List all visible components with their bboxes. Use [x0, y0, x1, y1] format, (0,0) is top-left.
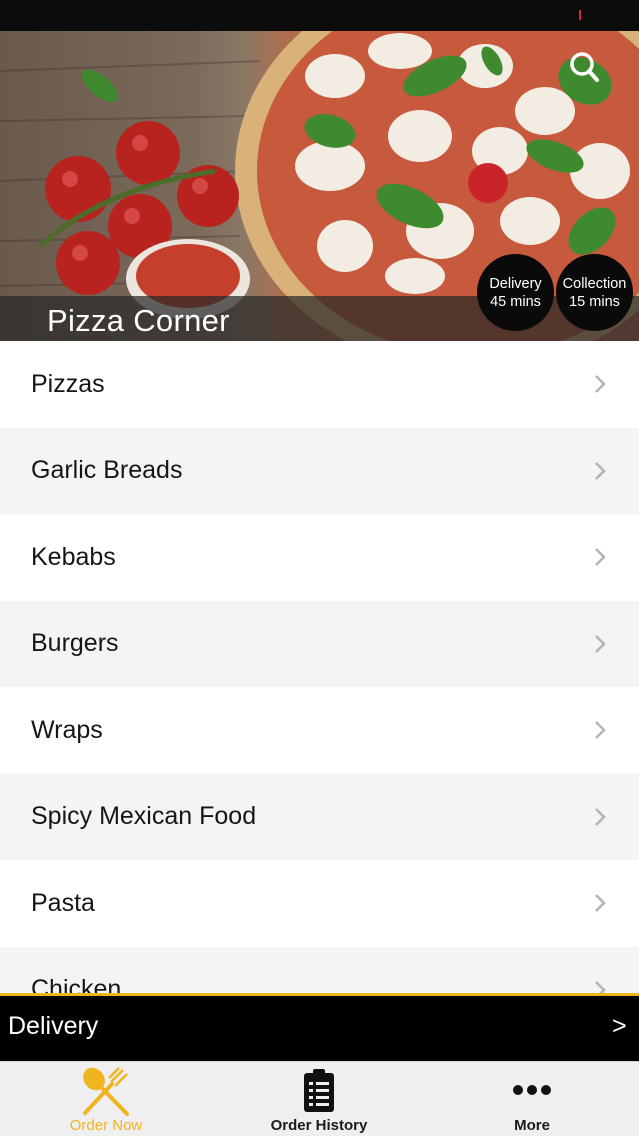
menu-item-label: Burgers — [31, 629, 119, 658]
menu-item-kebabs[interactable]: Kebabs — [0, 514, 639, 601]
order-mode-bar[interactable]: Delivery > — [0, 993, 639, 1061]
menu-item-wraps[interactable]: Wraps — [0, 687, 639, 774]
menu-item-label: Pizzas — [31, 369, 105, 398]
bottom-tab-bar: Order Now Order History More — [0, 1061, 639, 1136]
tab-order-now-label: Order Now — [69, 1117, 143, 1134]
chevron-right-icon — [595, 807, 606, 826]
menu-item-label: Wraps — [31, 715, 103, 744]
menu-item-pasta[interactable]: Pasta — [0, 860, 639, 947]
menu-item-chicken[interactable]: Chicken — [0, 946, 639, 994]
status-indicator — [579, 10, 581, 20]
status-bar — [0, 0, 639, 31]
search-button[interactable] — [566, 49, 604, 87]
clipboard-list-icon — [304, 1069, 334, 1112]
menu-item-garlic-breads[interactable]: Garlic Breads — [0, 427, 639, 514]
menu-item-burgers[interactable]: Burgers — [0, 600, 639, 687]
delivery-time-badge: Delivery 45 mins — [477, 254, 554, 331]
delivery-badge-time: 45 mins — [490, 293, 541, 310]
tab-order-history[interactable]: Order History — [250, 1062, 388, 1136]
tab-more[interactable]: More — [482, 1062, 582, 1136]
chevron-right-icon — [595, 894, 606, 913]
menu-item-spicy-mexican-food[interactable]: Spicy Mexican Food — [0, 773, 639, 860]
search-icon — [570, 52, 599, 82]
chevron-right-icon — [595, 548, 606, 567]
restaurant-name: Pizza Corner — [47, 303, 230, 338]
order-mode-arrow-icon: > — [612, 1012, 627, 1040]
ellipsis-icon — [513, 1085, 551, 1095]
collection-badge-label: Collection — [562, 275, 627, 292]
menu-item-label: Pasta — [31, 888, 95, 917]
collection-time-badge: Collection 15 mins — [556, 254, 633, 331]
menu-item-label: Kebabs — [31, 542, 116, 571]
fork-spoon-icon — [83, 1067, 129, 1116]
menu-item-pizzas[interactable]: Pizzas — [0, 341, 639, 428]
chevron-right-icon — [595, 721, 606, 740]
tab-more-label: More — [514, 1117, 550, 1134]
tab-order-now[interactable]: Order Now — [40, 1062, 172, 1136]
order-mode-label: Delivery — [8, 1012, 99, 1040]
hero-banner: Pizza Corner Delivery 45 mins Collection… — [0, 31, 639, 341]
menu-category-list: Pizzas Garlic Breads Kebabs Burgers Wrap… — [0, 341, 639, 994]
menu-item-label: Chicken — [31, 975, 122, 994]
chevron-right-icon — [595, 634, 606, 653]
chevron-right-icon — [595, 461, 606, 480]
menu-item-label: Spicy Mexican Food — [31, 802, 257, 831]
collection-badge-time: 15 mins — [569, 293, 620, 310]
chevron-right-icon — [595, 980, 606, 994]
delivery-badge-label: Delivery — [489, 275, 542, 292]
tab-order-history-label: Order History — [270, 1117, 368, 1134]
menu-item-label: Garlic Breads — [31, 456, 183, 485]
chevron-right-icon — [595, 375, 606, 394]
